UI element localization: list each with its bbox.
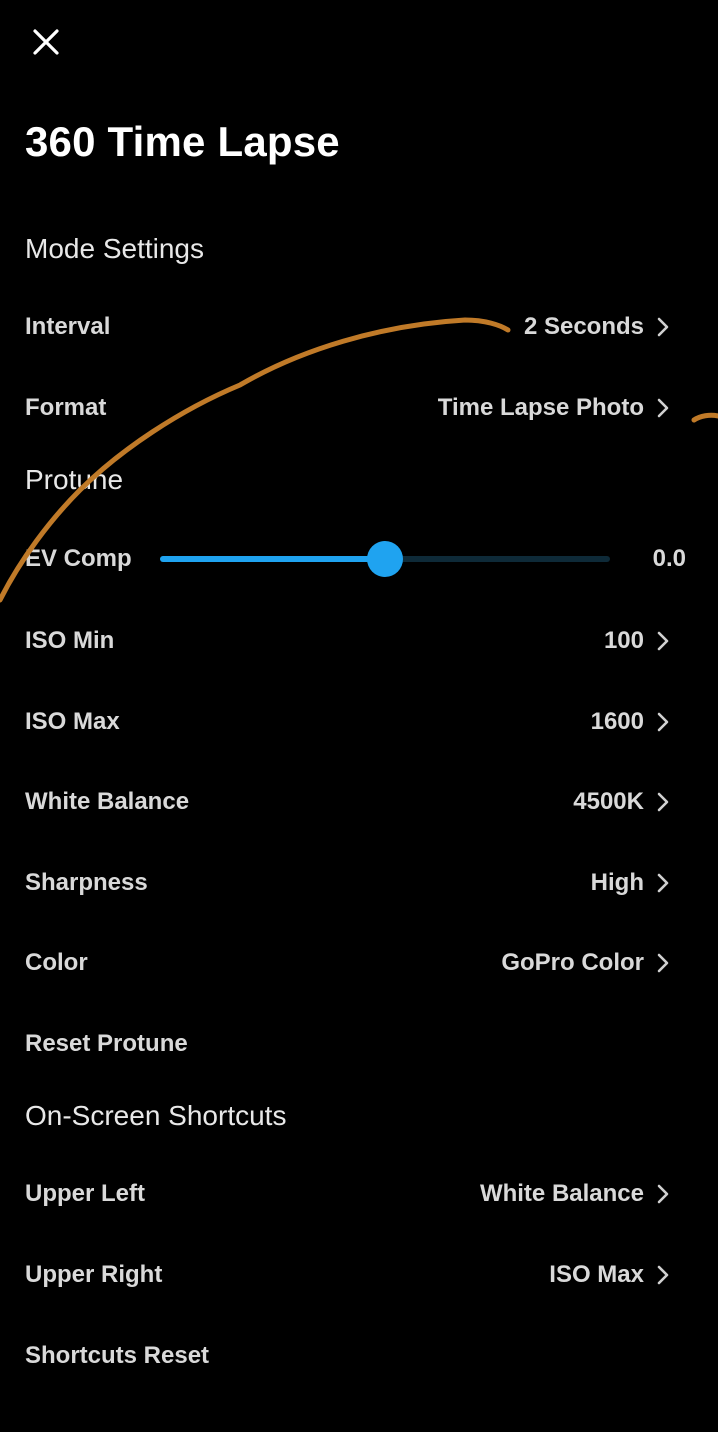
setting-value: White Balance — [479, 1180, 644, 1207]
ev-comp-value: 0.0 — [652, 545, 686, 572]
setting-value: 100 — [603, 627, 644, 654]
slider-thumb[interactable] — [367, 541, 403, 577]
chevron-right-icon — [657, 1184, 669, 1204]
setting-label: Upper Left — [25, 1180, 145, 1207]
setting-row-iso-min[interactable]: ISO Min 100 — [0, 611, 718, 671]
setting-value: Time Lapse Photo — [437, 394, 644, 421]
chevron-right-icon — [657, 953, 669, 973]
section-header-protune: Protune — [25, 464, 124, 495]
setting-label: EV Comp — [25, 545, 132, 572]
setting-label: Interval — [25, 313, 111, 340]
setting-row-upper-left[interactable]: Upper Left White Balance — [0, 1164, 718, 1224]
setting-label: ISO Max — [25, 708, 120, 735]
close-icon — [33, 29, 59, 55]
setting-value: GoPro Color — [501, 949, 644, 976]
chevron-right-icon — [657, 317, 669, 337]
section-header-mode-settings: Mode Settings — [25, 233, 204, 264]
setting-value: ISO Max — [549, 1261, 644, 1288]
setting-value: High — [590, 869, 644, 896]
setting-row-interval[interactable]: Interval 2 Seconds — [0, 297, 718, 357]
setting-row-upper-right[interactable]: Upper Right ISO Max — [0, 1245, 718, 1305]
setting-row-iso-max[interactable]: ISO Max 1600 — [0, 692, 718, 752]
chevron-right-icon — [657, 792, 669, 812]
chevron-right-icon — [657, 631, 669, 651]
setting-label: Format — [25, 394, 107, 421]
setting-label: ISO Min — [25, 627, 115, 654]
page-title: 360 Time Lapse — [25, 118, 340, 165]
setting-row-format[interactable]: Format Time Lapse Photo — [0, 378, 718, 438]
setting-label: White Balance — [25, 788, 190, 815]
setting-row-ev-comp: EV Comp 0.0 — [0, 529, 718, 589]
shortcuts-reset-button[interactable]: Shortcuts Reset — [0, 1326, 718, 1386]
reset-protune-label: Reset Protune — [25, 1030, 188, 1057]
setting-label: Color — [25, 949, 88, 976]
chevron-right-icon — [657, 398, 669, 418]
setting-row-white-balance[interactable]: White Balance 4500K — [0, 772, 718, 832]
ev-comp-slider[interactable] — [160, 541, 610, 577]
setting-value: 1600 — [590, 708, 644, 735]
setting-row-sharpness[interactable]: Sharpness High — [0, 853, 718, 913]
chevron-right-icon — [657, 1265, 669, 1285]
section-header-shortcuts: On-Screen Shortcuts — [25, 1100, 287, 1131]
slider-fill — [160, 556, 385, 562]
reset-protune-button[interactable]: Reset Protune — [0, 1014, 718, 1074]
setting-label: Sharpness — [25, 869, 148, 896]
shortcuts-reset-label: Shortcuts Reset — [25, 1342, 210, 1369]
chevron-right-icon — [657, 873, 669, 893]
setting-label: Upper Right — [25, 1261, 163, 1288]
setting-value: 2 Seconds — [523, 313, 644, 340]
setting-value: 4500K — [573, 788, 644, 815]
chevron-right-icon — [657, 712, 669, 732]
close-button[interactable] — [26, 22, 66, 62]
setting-row-color[interactable]: Color GoPro Color — [0, 933, 718, 993]
